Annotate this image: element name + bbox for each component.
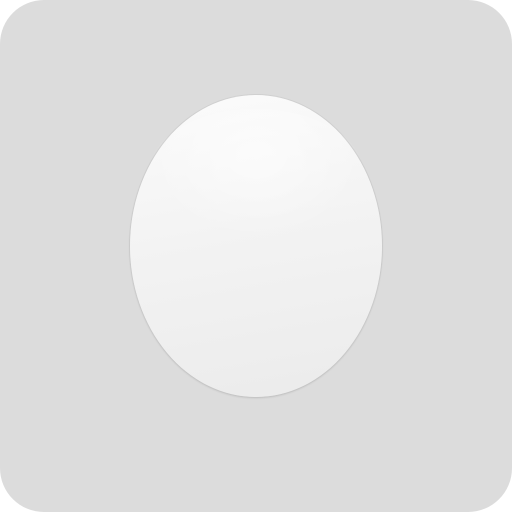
egg-icon (130, 95, 382, 397)
app-icon-tile[interactable] (0, 0, 512, 512)
egg-highlight (148, 109, 364, 239)
